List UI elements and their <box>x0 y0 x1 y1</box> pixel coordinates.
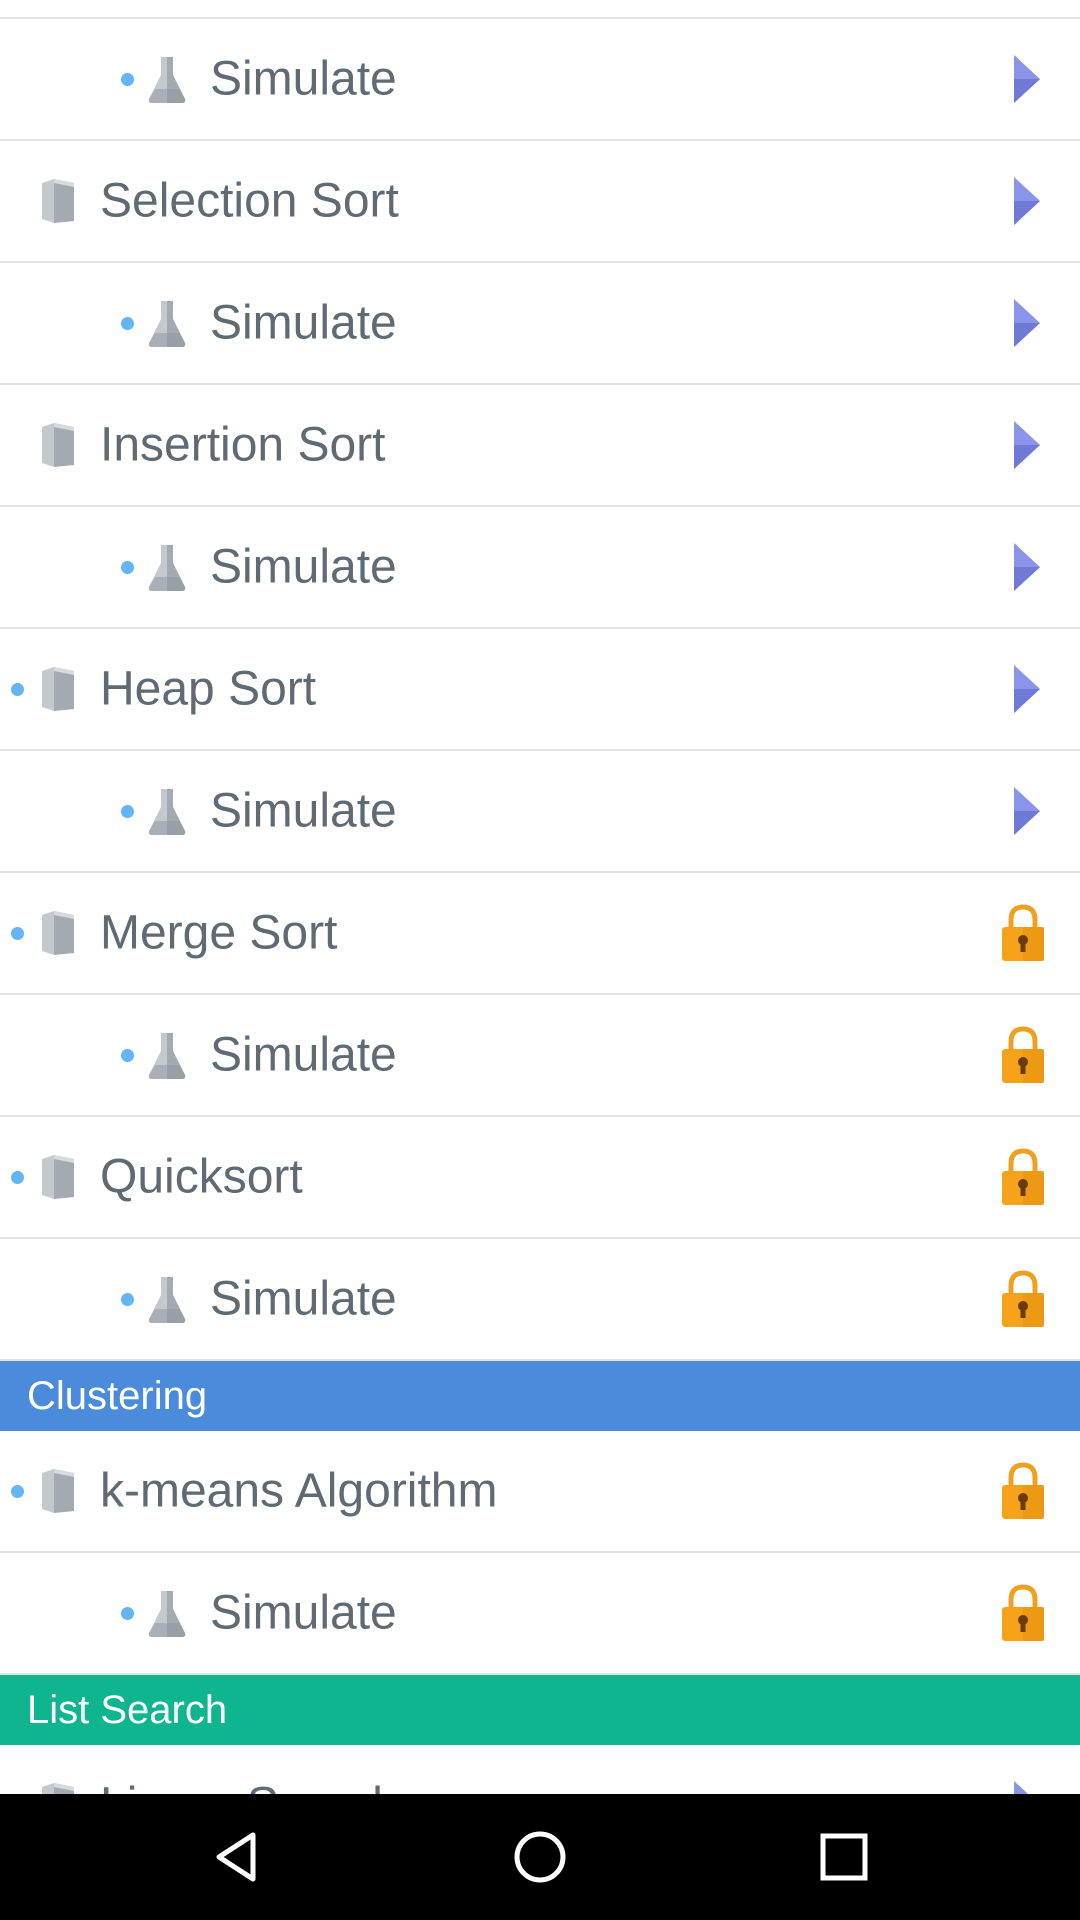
lock-icon[interactable] <box>1000 1269 1046 1329</box>
bullet-dot-icon <box>121 317 134 330</box>
topic-row[interactable]: Linear Search <box>0 1745 1080 1794</box>
home-circle-icon[interactable] <box>510 1827 570 1887</box>
simulate-label: Simulate <box>210 296 397 350</box>
play-arrow-icon[interactable] <box>1000 659 1046 719</box>
simulate-row[interactable]: Simulate <box>0 507 1080 629</box>
play-arrow-icon[interactable] <box>1000 537 1046 597</box>
book-icon <box>42 1783 74 1794</box>
lock-icon[interactable] <box>1000 1461 1046 1521</box>
bullet-dot-icon <box>11 1485 24 1498</box>
topic-label: Heap Sort <box>100 662 317 716</box>
list-row-partial <box>0 0 1080 19</box>
section-header-label: List Search <box>27 1687 228 1732</box>
topic-row[interactable]: Quicksort <box>0 1117 1080 1239</box>
play-arrow-icon[interactable] <box>1000 781 1046 841</box>
flask-icon <box>148 1591 186 1637</box>
play-arrow-icon[interactable] <box>1000 415 1046 475</box>
topic-row[interactable]: Merge Sort <box>0 873 1080 995</box>
lock-icon[interactable] <box>1000 1583 1046 1643</box>
section-header-label: Clustering <box>27 1373 208 1418</box>
simulate-row[interactable]: Simulate <box>0 751 1080 873</box>
book-icon <box>42 179 74 223</box>
book-icon <box>42 1469 74 1513</box>
simulate-label: Simulate <box>210 1586 397 1640</box>
flask-icon <box>148 1277 186 1323</box>
play-arrow-icon[interactable] <box>1000 49 1046 109</box>
lock-icon[interactable] <box>1000 1147 1046 1207</box>
bullet-dot-icon <box>121 561 134 574</box>
book-icon <box>42 1155 74 1199</box>
bullet-dot-icon <box>121 805 134 818</box>
topic-label: Quicksort <box>100 1150 303 1204</box>
simulate-row[interactable]: Simulate <box>0 1239 1080 1361</box>
bullet-dot-icon <box>11 927 24 940</box>
book-icon <box>42 423 74 467</box>
bullet-dot-icon <box>121 73 134 86</box>
simulate-label: Simulate <box>210 1272 397 1326</box>
play-arrow-icon[interactable] <box>1000 171 1046 231</box>
lock-icon[interactable] <box>1000 1025 1046 1085</box>
flask-icon <box>148 789 186 835</box>
bullet-dot-icon <box>11 683 24 696</box>
topic-label: k-means Algorithm <box>100 1464 498 1518</box>
topic-row[interactable]: Selection Sort <box>0 141 1080 263</box>
section-header: Clustering <box>0 1361 1080 1431</box>
play-arrow-icon[interactable] <box>1000 1775 1046 1794</box>
android-nav-bar <box>0 1794 1080 1920</box>
book-icon <box>42 911 74 955</box>
section-header: List Search <box>0 1675 1080 1745</box>
lock-icon[interactable] <box>1000 903 1046 963</box>
topic-list[interactable]: Simulate Selection Sort Simulate Insertion … <box>0 0 1080 1794</box>
back-triangle-icon[interactable] <box>207 1827 267 1887</box>
flask-icon <box>148 301 186 347</box>
app-screen: Simulate Selection Sort Simulate Insertion … <box>0 0 1080 1920</box>
flask-icon <box>148 545 186 591</box>
topic-label: Selection Sort <box>100 174 399 228</box>
topic-row[interactable]: k-means Algorithm <box>0 1431 1080 1553</box>
simulate-label: Simulate <box>210 52 397 106</box>
topic-label: Insertion Sort <box>100 418 386 472</box>
book-icon <box>42 667 74 711</box>
simulate-row[interactable]: Simulate <box>0 995 1080 1117</box>
simulate-row[interactable]: Simulate <box>0 1553 1080 1675</box>
topic-label: Linear Search <box>100 1778 399 1795</box>
simulate-row[interactable]: Simulate <box>0 19 1080 141</box>
simulate-label: Simulate <box>210 1028 397 1082</box>
topic-row[interactable]: Insertion Sort <box>0 385 1080 507</box>
topic-label: Merge Sort <box>100 906 338 960</box>
flask-icon <box>148 1033 186 1079</box>
simulate-row[interactable]: Simulate <box>0 263 1080 385</box>
bullet-dot-icon <box>121 1049 134 1062</box>
play-arrow-icon[interactable] <box>1000 293 1046 353</box>
flask-icon <box>148 57 186 103</box>
bullet-dot-icon <box>121 1293 134 1306</box>
simulate-label: Simulate <box>210 784 397 838</box>
simulate-label: Simulate <box>210 540 397 594</box>
bullet-dot-icon <box>11 1171 24 1184</box>
recents-square-icon[interactable] <box>814 1827 874 1887</box>
topic-row[interactable]: Heap Sort <box>0 629 1080 751</box>
bullet-dot-icon <box>121 1607 134 1620</box>
